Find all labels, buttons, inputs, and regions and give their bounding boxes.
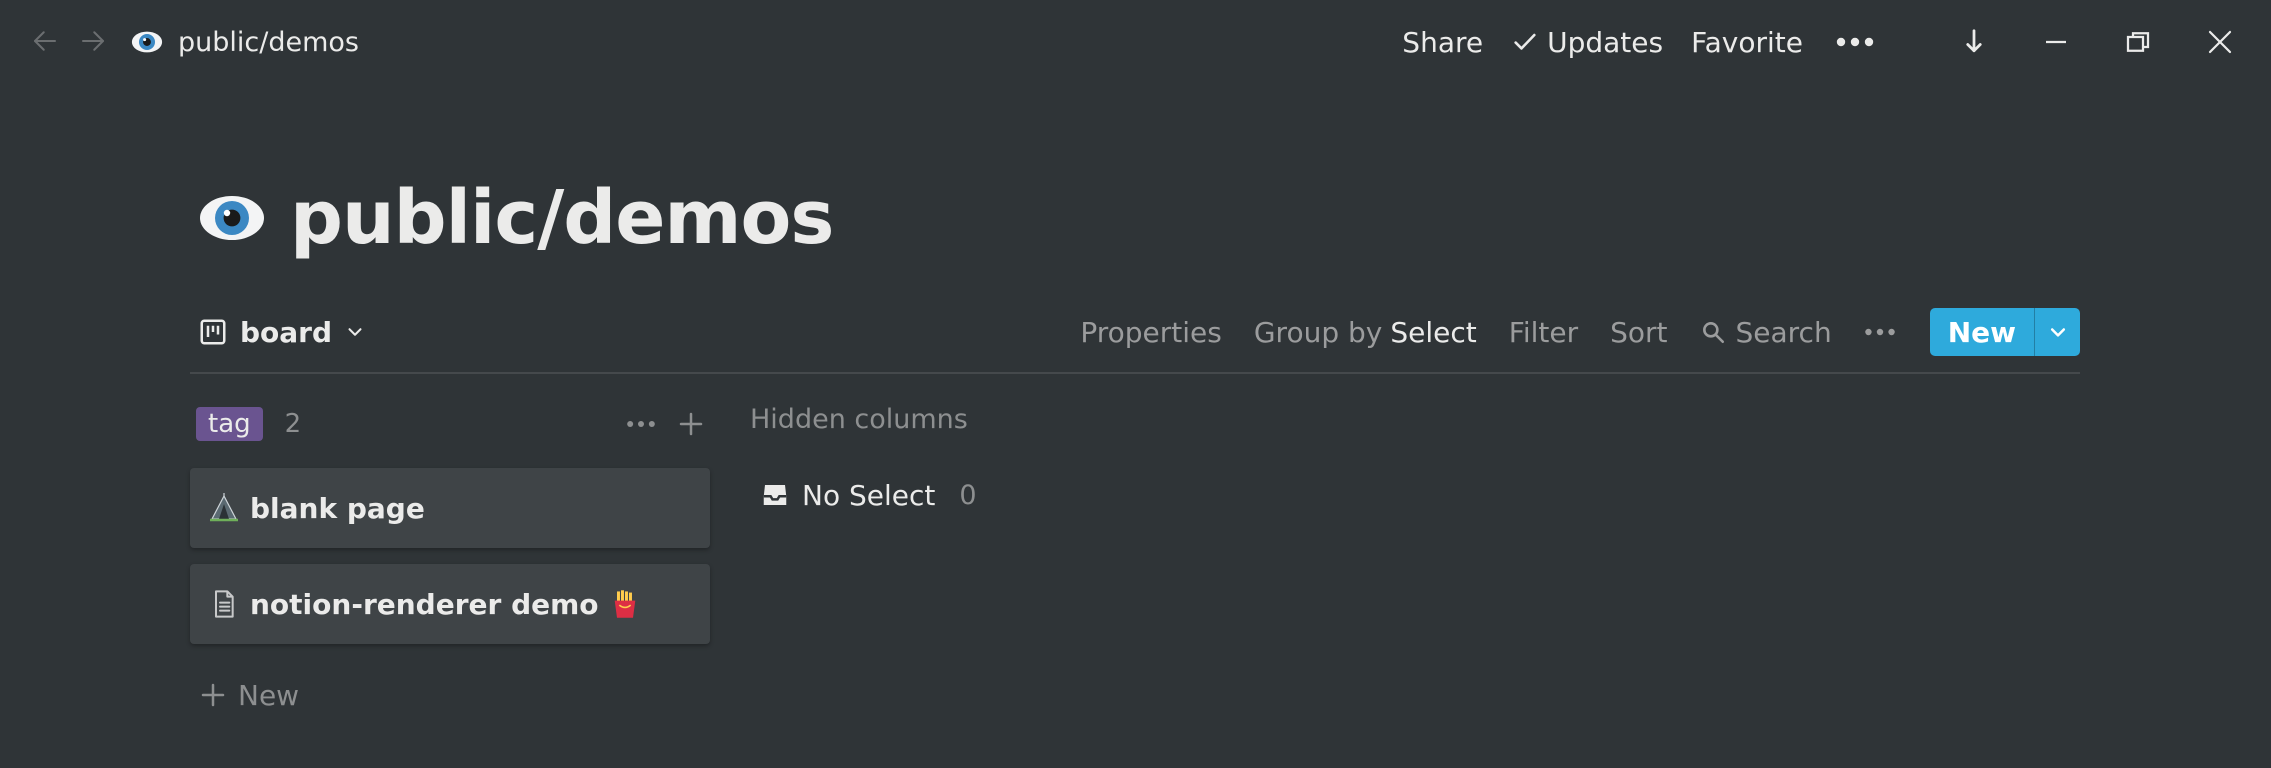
more-dots-icon bbox=[1864, 328, 1895, 336]
sort-label: Sort bbox=[1610, 315, 1668, 349]
restore-window-icon bbox=[2126, 32, 2150, 52]
favorite-label: Favorite bbox=[1691, 25, 1803, 59]
restore-button[interactable] bbox=[2097, 16, 2179, 68]
download-button[interactable] bbox=[1933, 16, 2015, 68]
filter-label: Filter bbox=[1508, 315, 1579, 349]
column-actions bbox=[622, 405, 710, 443]
database-toolbar: board Properties Group by Select Filter … bbox=[190, 300, 2080, 374]
favorite-button[interactable]: Favorite bbox=[1677, 20, 1817, 65]
board-view-icon bbox=[200, 319, 226, 345]
breadcrumb[interactable]: public/demos bbox=[130, 20, 359, 64]
camping-icon bbox=[210, 493, 238, 522]
new-button-label: New bbox=[1947, 315, 2016, 349]
breadcrumb-label: public/demos bbox=[178, 26, 359, 58]
top-bar: public/demos Share Updates Favorite bbox=[0, 0, 2271, 84]
share-label: Share bbox=[1402, 25, 1484, 59]
database-tools: Properties Group by Select Filter Sort S… bbox=[1064, 304, 2080, 360]
document-icon bbox=[215, 590, 234, 618]
minimize-button[interactable] bbox=[2015, 16, 2097, 68]
filter-button[interactable]: Filter bbox=[1493, 310, 1594, 355]
close-icon bbox=[2208, 30, 2232, 54]
hidden-column-label: No Select bbox=[802, 478, 936, 512]
column-more-button[interactable] bbox=[622, 405, 660, 443]
eye-emoji-icon[interactable] bbox=[196, 182, 268, 254]
sort-button[interactable]: Sort bbox=[1594, 310, 1683, 355]
new-split-button: New bbox=[1929, 308, 2080, 356]
group-by-button[interactable]: Group by Select bbox=[1238, 310, 1493, 355]
board-column-header: tag 2 bbox=[196, 402, 710, 446]
new-button[interactable]: New bbox=[1930, 308, 2034, 356]
updates-button[interactable]: Updates bbox=[1497, 20, 1677, 65]
forward-arrow-icon[interactable] bbox=[76, 22, 110, 60]
search-icon bbox=[1702, 322, 1724, 344]
plus-icon bbox=[201, 683, 225, 707]
page-title[interactable]: public/demos bbox=[290, 175, 834, 261]
plus-icon bbox=[679, 412, 703, 436]
page-header: public/demos bbox=[196, 168, 834, 268]
column-tag: tag bbox=[196, 407, 263, 441]
card-title: blank page bbox=[250, 491, 425, 525]
hidden-columns-heading: Hidden columns bbox=[750, 404, 968, 435]
chevron-down-icon bbox=[348, 328, 362, 336]
more-dots-icon bbox=[1836, 37, 1874, 47]
card-title: notion-renderer demo bbox=[250, 587, 599, 621]
board-card[interactable]: blank page bbox=[190, 468, 710, 548]
share-button[interactable]: Share bbox=[1388, 20, 1497, 65]
search-button[interactable]: Search bbox=[1684, 310, 1848, 355]
database-more-button[interactable] bbox=[1848, 321, 1912, 343]
top-actions: Share Updates Favorite bbox=[1388, 16, 2271, 68]
minimize-icon bbox=[2046, 40, 2066, 44]
updates-label: Updates bbox=[1547, 25, 1664, 59]
hidden-column-no-select[interactable]: No Select 0 bbox=[760, 474, 977, 516]
add-card-label: New bbox=[238, 678, 300, 712]
view-selector[interactable]: board bbox=[198, 312, 366, 352]
board-card[interactable]: notion-renderer demo bbox=[190, 564, 710, 644]
properties-label: Properties bbox=[1080, 315, 1222, 349]
inbox-icon bbox=[763, 485, 787, 505]
checkmark-icon bbox=[1514, 33, 1536, 50]
more-dots-icon bbox=[627, 421, 655, 427]
fries-emoji-icon bbox=[614, 590, 635, 618]
group-by-value: Select bbox=[1390, 315, 1477, 349]
arrow-down-icon bbox=[1966, 29, 1982, 53]
properties-button[interactable]: Properties bbox=[1064, 310, 1238, 355]
add-card-button[interactable]: New bbox=[198, 672, 299, 718]
more-options-button[interactable] bbox=[1817, 30, 1893, 54]
back-arrow-icon[interactable] bbox=[28, 22, 62, 60]
chevron-down-icon bbox=[2050, 328, 2065, 337]
column-add-button[interactable] bbox=[672, 405, 710, 443]
hidden-column-count: 0 bbox=[959, 479, 977, 511]
search-label: Search bbox=[1735, 315, 1832, 349]
column-count: 2 bbox=[284, 409, 302, 439]
new-dropdown-button[interactable] bbox=[2034, 308, 2080, 356]
group-by-label: Group by bbox=[1253, 315, 1383, 349]
eye-emoji-icon bbox=[131, 31, 163, 53]
view-name: board bbox=[240, 315, 333, 349]
close-button[interactable] bbox=[2179, 16, 2261, 68]
